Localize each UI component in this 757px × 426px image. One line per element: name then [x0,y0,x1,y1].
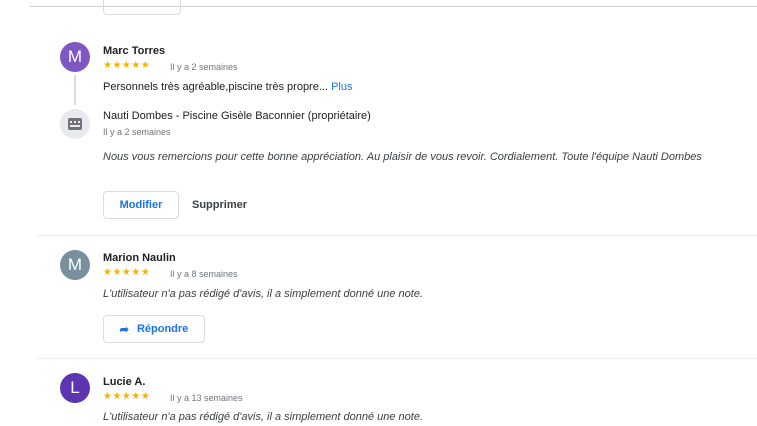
storefront-icon [68,118,82,130]
more-link[interactable]: Plus [331,81,352,93]
reviewer-name[interactable]: Marc Torres [103,45,165,57]
review-text: Personnels très agréable,piscine très pr… [103,81,352,93]
star-rating: ★★★★★ [103,60,151,71]
review-divider [37,235,757,236]
avatar-initial: L [70,378,80,397]
reply-connector [74,75,76,105]
reply-button[interactable]: ➦ Répondre [103,315,205,343]
star-rating: ★★★★★ [103,267,151,278]
review-text: L'utilisateur n'a pas rédigé d'avis, il … [103,411,423,423]
reviewer-name[interactable]: Lucie A. [103,376,145,388]
review-age: Il y a 2 semaines [170,62,238,72]
reply-arrow-icon: ➦ [119,323,129,336]
owner-reply-text: Nous vous remercions pour cette bonne ap… [103,151,702,163]
review-divider [37,358,757,359]
delete-reply-button[interactable]: Supprimer [192,191,247,219]
previous-button-edge [103,0,181,15]
edit-reply-button[interactable]: Modifier [103,191,179,219]
review-text-body: Personnels très agréable,piscine très pr… [103,81,329,93]
owner-reply-age: Il y a 2 semaines [103,127,171,137]
avatar-initial: M [67,47,83,66]
review-age: Il y a 8 semaines [170,269,238,279]
review-text: L'utilisateur n'a pas rédigé d'avis, il … [103,288,423,300]
avatar: M [60,250,90,280]
reviewer-name[interactable]: Marion Naulin [103,252,176,264]
owner-name: Nauti Dombes - Piscine Gisèle Baconnier … [103,110,371,122]
owner-avatar [60,109,90,139]
avatar: L [60,373,90,403]
avatar-initial: M [67,255,83,274]
avatar: M [60,42,90,72]
review-age: Il y a 13 semaines [170,393,243,403]
star-rating: ★★★★★ [103,391,151,402]
reply-button-label: Répondre [136,323,189,335]
